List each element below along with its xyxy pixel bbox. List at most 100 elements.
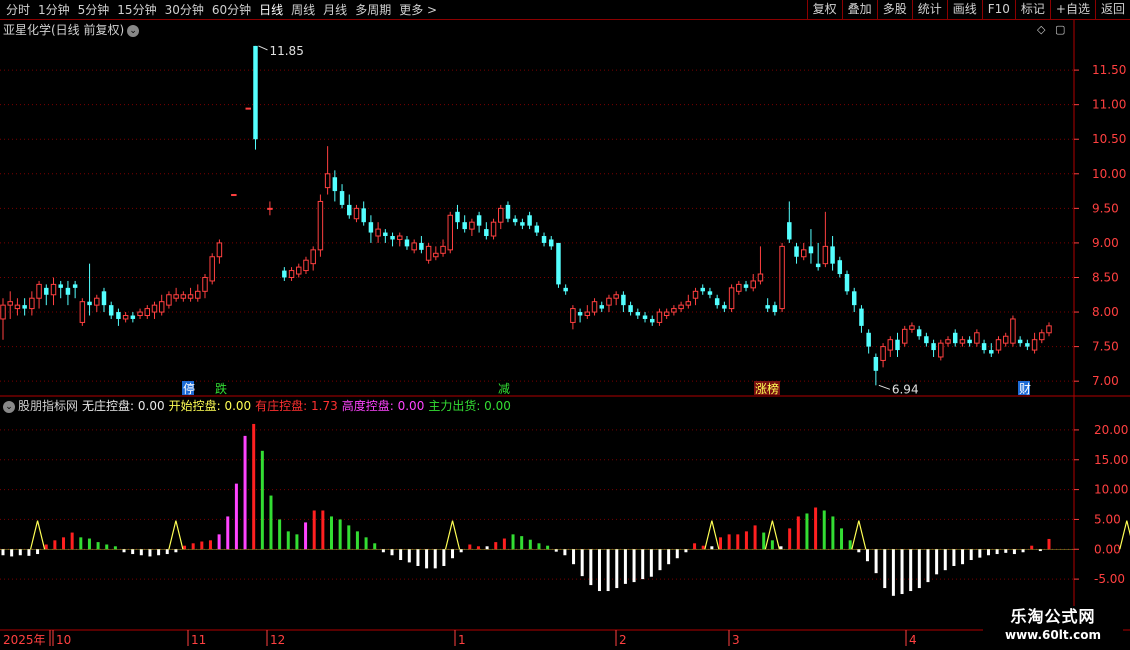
indicator-bar — [719, 537, 723, 550]
candle-body-up — [678, 304, 684, 310]
stock-chart[interactable]: 7.007.508.008.509.009.5010.0010.5011.001… — [0, 0, 1130, 650]
indicator-title: ⌄ 股朋指标网 无庄控盘: 0.00 开始控盘: 0.00 有庄控盘: 1.73 高度控盘… — [3, 398, 519, 414]
candle-body-up — [1010, 318, 1016, 344]
candle-body-down — [116, 312, 121, 319]
indicator-bar — [407, 549, 411, 563]
indicator-bar — [917, 549, 921, 589]
candle-body-up — [591, 301, 598, 313]
indicator-bar — [770, 540, 774, 550]
candle-body-down — [282, 270, 287, 278]
indicator-bar — [693, 543, 697, 550]
candle-body-up — [36, 283, 42, 299]
indicator-bar — [1004, 549, 1008, 553]
indicator-bar — [433, 549, 437, 569]
indicator-bar — [796, 516, 800, 550]
candle-body-down — [253, 45, 258, 140]
square-icon[interactable]: ▢ — [1055, 23, 1065, 36]
candle-body-up — [173, 294, 179, 299]
indicator-bar — [226, 516, 230, 550]
indicator-bar — [546, 545, 550, 550]
candle-body-down — [837, 260, 843, 275]
indicator-bar — [70, 532, 74, 550]
indicator-bar — [416, 549, 420, 566]
indicator-bar — [623, 549, 627, 584]
candle-body-down — [916, 329, 922, 337]
candle-body-up — [779, 245, 785, 310]
indicator-bar — [710, 546, 714, 550]
candle-body-down — [563, 287, 568, 292]
indicator-bar — [10, 549, 14, 557]
candle-body-up — [144, 308, 151, 317]
event-marker-3: 涨榜 — [755, 381, 779, 396]
indicator-bar — [736, 534, 740, 550]
indicator-bar — [217, 534, 221, 550]
indicator-tick-label: 0.00 — [1094, 542, 1121, 556]
candle-body-up — [959, 339, 966, 344]
indicator-bar — [390, 549, 394, 556]
candle-body-up — [433, 252, 439, 258]
indicator-bar — [494, 542, 498, 550]
indicator-bar — [148, 549, 152, 557]
indicator-bar — [805, 513, 809, 550]
candle-body-up — [180, 294, 187, 299]
candle-body-up — [974, 332, 980, 344]
candle-body-down — [628, 305, 633, 313]
indicator-bar — [900, 549, 904, 595]
candle-body-up — [216, 242, 223, 258]
indicator-bar — [373, 543, 377, 550]
stock-title: 亚星化学(日线 前复权) — [3, 23, 125, 37]
indicator-bar — [874, 549, 878, 574]
candle-body-up — [1039, 332, 1045, 341]
candle-body-up — [122, 315, 129, 320]
candle-body-up — [7, 301, 13, 306]
candle-body-down — [851, 291, 857, 306]
candle-body-up — [606, 297, 612, 306]
chevron-down-icon[interactable]: ⌄ — [127, 24, 140, 37]
indicator-field-3: 高度控盘: 0.00 — [341, 399, 425, 413]
candle-body-down — [58, 284, 63, 288]
candle-body-down — [339, 191, 345, 205]
low-price-label: 6.94 — [892, 382, 919, 396]
candle-body-down — [1017, 339, 1023, 344]
indicator-bar — [329, 516, 333, 550]
price-tick-label: 9.00 — [1092, 236, 1119, 250]
indicator-bar — [667, 549, 671, 565]
candle-body-up — [498, 207, 504, 223]
indicator-bar — [926, 549, 930, 583]
candle-body-up — [375, 228, 381, 237]
indicator-bar — [62, 537, 66, 550]
indicator-bar — [511, 534, 515, 550]
main-chart-title[interactable]: 亚星化学(日线 前复权) ⌄ — [3, 22, 140, 38]
indicator-bar — [883, 549, 887, 589]
candle-body-down — [635, 312, 641, 316]
indicator-bar — [986, 549, 990, 556]
indicator-bar — [364, 537, 368, 550]
candle-body-down — [859, 308, 864, 326]
candle-body-up — [447, 214, 453, 251]
diamond-icon[interactable]: ◇ — [1037, 23, 1045, 36]
watermark-line2: www.60lt.com — [1004, 628, 1102, 642]
indicator-bar — [44, 544, 48, 550]
time-axis-label-7: 4 — [909, 633, 917, 647]
candle-body-up — [671, 308, 677, 313]
indicator-bar — [269, 495, 273, 550]
candle-body-up — [425, 245, 432, 261]
candle-body-down — [390, 236, 395, 240]
indicator-bar — [675, 549, 679, 559]
candle-body-down — [541, 236, 547, 243]
candle-body-down — [556, 242, 561, 285]
indicator-bar — [606, 549, 610, 592]
candle-body-down — [419, 242, 424, 250]
price-tick-label: 7.00 — [1092, 374, 1119, 388]
candle-body-down — [22, 305, 27, 309]
indicator-bar — [208, 540, 212, 550]
candle-body-up — [728, 287, 735, 310]
candle-body-down — [404, 239, 410, 247]
chevron-down-icon[interactable]: ⌄ — [3, 400, 15, 413]
candle-body-up — [317, 200, 324, 251]
candle-body-up — [1046, 325, 1052, 334]
indicator-tick-label: 20.00 — [1094, 423, 1128, 437]
candle-body-down — [866, 332, 871, 347]
price-tick-label: 7.50 — [1092, 340, 1119, 354]
indicator-bar — [131, 549, 135, 555]
